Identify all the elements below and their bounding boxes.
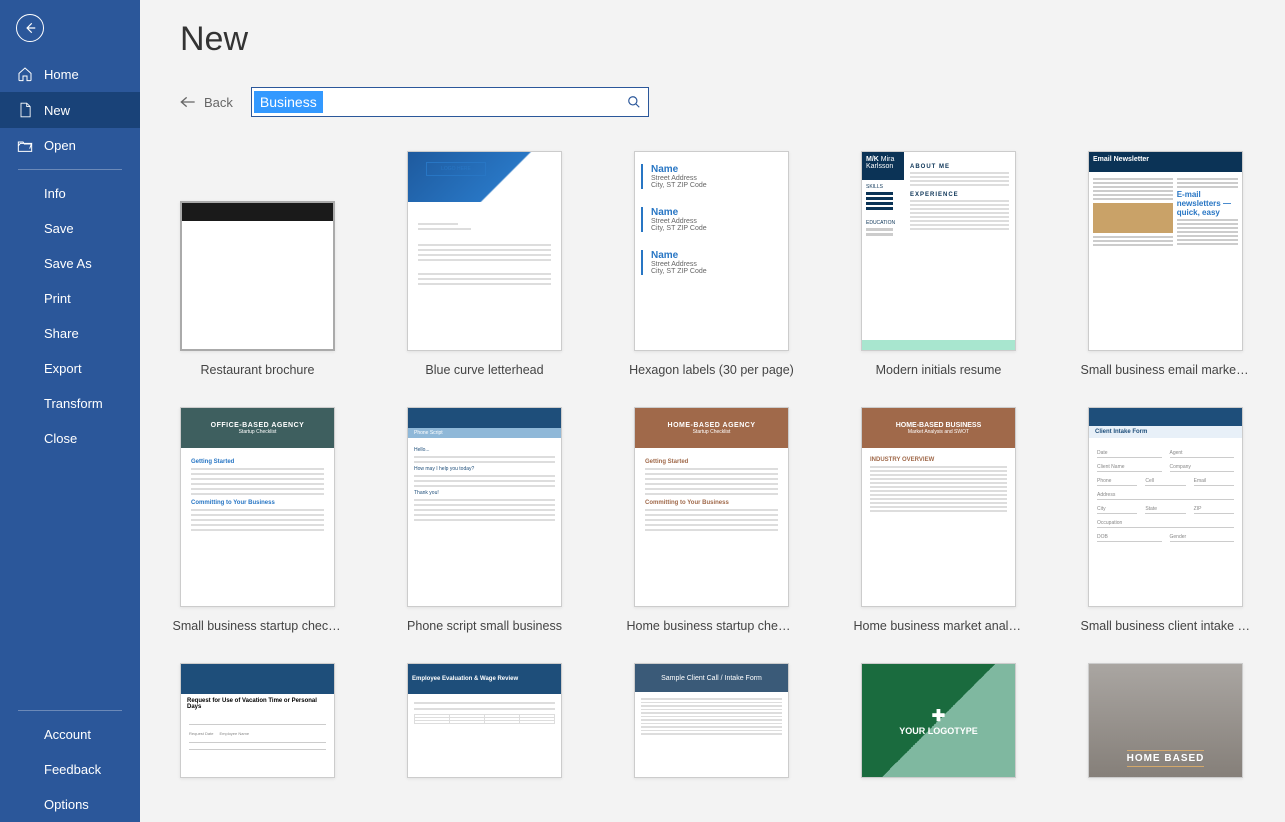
template-thumb: HOME-BASED BUSINESSMarket Analysis and S…	[861, 407, 1016, 607]
search-back-button[interactable]: Back	[180, 95, 233, 110]
page-title: New	[180, 20, 1285, 59]
search-box[interactable]: Business	[251, 87, 649, 117]
nav-transform[interactable]: Transform	[0, 386, 140, 421]
nav-share[interactable]: Share	[0, 316, 140, 351]
template-thumb: HOME-BASED AGENCYStartup Checklist Getti…	[634, 407, 789, 607]
template-home-startup-checklist[interactable]: HOME-BASED AGENCYStartup Checklist Getti…	[634, 407, 789, 633]
template-grid: Restaurant brochure LOGO HERE	[180, 151, 1285, 778]
template-caption: Home business startup check...	[627, 619, 797, 633]
template-caption: Blue curve letterhead	[425, 363, 543, 377]
template-thumb: LOGO HERE	[407, 151, 562, 351]
template-market-analysis[interactable]: HOME-BASED BUSINESSMarket Analysis and S…	[861, 407, 1016, 633]
template-client-intake[interactable]: Client Intake Form DateAgent Client Name…	[1088, 407, 1243, 633]
open-icon	[16, 139, 34, 153]
template-restaurant-brochure[interactable]: Restaurant brochure	[180, 151, 335, 377]
home-icon	[16, 66, 34, 82]
template-row: OFFICE-BASED AGENCYStartup Checklist Get…	[180, 407, 1285, 633]
template-thumb: OFFICE-BASED AGENCYStartup Checklist Get…	[180, 407, 335, 607]
backstage-sidebar: Home New Open Info Save Save As Print Sh…	[0, 0, 140, 822]
back-button[interactable]	[16, 14, 44, 42]
divider	[18, 710, 122, 711]
template-thumb: Email Newsletter E-mail newsletters — qu…	[1088, 151, 1243, 351]
template-blue-curve-letterhead[interactable]: LOGO HERE Blue curve letterhead	[407, 151, 562, 377]
template-caption: Hexagon labels (30 per page)	[629, 363, 794, 377]
template-thumb: Employee Evaluation & Wage Review	[407, 663, 562, 778]
template-caption: Small business client intake f...	[1081, 619, 1251, 633]
template-row: Restaurant brochure LOGO HERE	[180, 151, 1285, 377]
nav-new-label: New	[44, 103, 70, 118]
template-thumb: M/K Mira Karlsson SKILLS EDUCATION ABOUT…	[861, 151, 1016, 351]
template-phone-script[interactable]: Phone Script Hello... How may I help you…	[407, 407, 562, 633]
nav-print[interactable]: Print	[0, 281, 140, 316]
nav-account[interactable]: Account	[0, 717, 140, 752]
template-caption: Restaurant brochure	[201, 363, 315, 377]
back-arrow-icon	[23, 21, 37, 35]
new-icon	[16, 102, 34, 118]
template-caption: Small business email marketi...	[1081, 363, 1251, 377]
template-caption: Phone script small business	[407, 619, 562, 633]
search-input[interactable]: Business	[254, 91, 323, 113]
search-icon	[627, 95, 641, 109]
nav-home[interactable]: Home	[0, 56, 140, 92]
nav-export[interactable]: Export	[0, 351, 140, 386]
template-thumb	[180, 201, 335, 351]
main-content: New Back Business	[140, 0, 1285, 822]
nav-home-label: Home	[44, 67, 79, 82]
search-back-label: Back	[204, 95, 233, 110]
template-modern-initials-resume[interactable]: M/K Mira Karlsson SKILLS EDUCATION ABOUT…	[861, 151, 1016, 377]
back-arrow-icon	[180, 96, 196, 108]
template-row: Request for Use of Vacation Time or Pers…	[180, 663, 1285, 778]
template-thumb: Request for Use of Vacation Time or Pers…	[180, 663, 335, 778]
template-caption: Small business startup checklist	[173, 619, 343, 633]
template-thumb: Client Intake Form DateAgent Client Name…	[1088, 407, 1243, 607]
nav-open[interactable]: Open	[0, 128, 140, 163]
nav-feedback[interactable]: Feedback	[0, 752, 140, 787]
template-hexagon-labels[interactable]: NameStreet AddressCity, ST ZIP Code Name…	[634, 151, 789, 377]
template-startup-checklist[interactable]: OFFICE-BASED AGENCYStartup Checklist Get…	[180, 407, 335, 633]
nav-save[interactable]: Save	[0, 211, 140, 246]
nav-open-label: Open	[44, 138, 76, 153]
template-home-based[interactable]: HOME BASED	[1088, 663, 1243, 778]
template-green-logotype[interactable]: ✚YOUR LOGOTYPE	[861, 663, 1016, 778]
template-employee-eval[interactable]: Employee Evaluation & Wage Review	[407, 663, 562, 778]
template-caption: Home business market analy...	[854, 619, 1024, 633]
template-thumb: ✚YOUR LOGOTYPE	[861, 663, 1016, 778]
divider	[18, 169, 122, 170]
search-row: Back Business	[180, 87, 1285, 117]
template-thumb: Sample Client Call / Intake Form	[634, 663, 789, 778]
template-email-marketing[interactable]: Email Newsletter E-mail newsletters — qu…	[1088, 151, 1243, 377]
nav-close[interactable]: Close	[0, 421, 140, 456]
template-caption: Modern initials resume	[876, 363, 1002, 377]
nav-info[interactable]: Info	[0, 176, 140, 211]
template-vacation-request[interactable]: Request for Use of Vacation Time or Pers…	[180, 663, 335, 778]
nav-save-as[interactable]: Save As	[0, 246, 140, 281]
nav-new[interactable]: New	[0, 92, 140, 128]
template-client-call-form[interactable]: Sample Client Call / Intake Form	[634, 663, 789, 778]
template-thumb: NameStreet AddressCity, ST ZIP Code Name…	[634, 151, 789, 351]
template-thumb: Phone Script Hello... How may I help you…	[407, 407, 562, 607]
search-button[interactable]	[620, 88, 648, 116]
template-thumb: HOME BASED	[1088, 663, 1243, 778]
nav-options[interactable]: Options	[0, 787, 140, 822]
